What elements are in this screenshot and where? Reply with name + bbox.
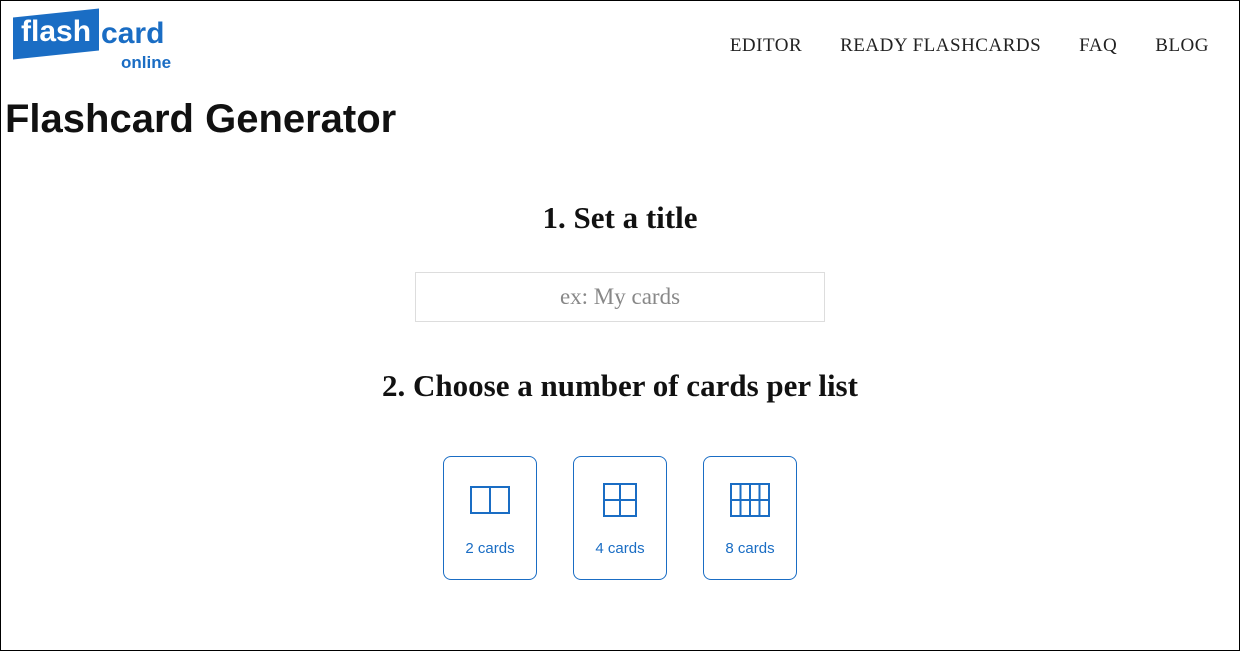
nav-blog[interactable]: BLOG (1155, 35, 1209, 57)
nav-faq[interactable]: FAQ (1079, 35, 1117, 57)
logo-card-text: card (101, 19, 164, 49)
option-label: 2 cards (465, 540, 514, 557)
nav-ready-flashcards[interactable]: READY FLASHCARDS (840, 35, 1041, 57)
grid-8-icon (730, 480, 770, 520)
grid-2-icon (470, 480, 510, 520)
logo-online-text: online (121, 53, 171, 73)
option-2-cards[interactable]: 2 cards (443, 456, 537, 580)
page-title: Flashcard Generator (5, 97, 1239, 142)
title-input[interactable] (415, 272, 825, 322)
option-label: 4 cards (595, 540, 644, 557)
nav-editor[interactable]: EDITOR (730, 35, 802, 57)
card-count-options: 2 cards 4 cards (1, 456, 1239, 580)
option-4-cards[interactable]: 4 cards (573, 456, 667, 580)
option-8-cards[interactable]: 8 cards (703, 456, 797, 580)
logo-flash-text: flash (21, 17, 91, 47)
step1-heading: 1. Set a title (1, 200, 1239, 236)
logo[interactable]: flash card online (13, 13, 171, 73)
step2-heading: 2. Choose a number of cards per list (1, 368, 1239, 404)
main-nav: EDITOR READY FLASHCARDS FAQ BLOG (730, 13, 1209, 57)
option-label: 8 cards (725, 540, 774, 557)
grid-4-icon (603, 480, 637, 520)
